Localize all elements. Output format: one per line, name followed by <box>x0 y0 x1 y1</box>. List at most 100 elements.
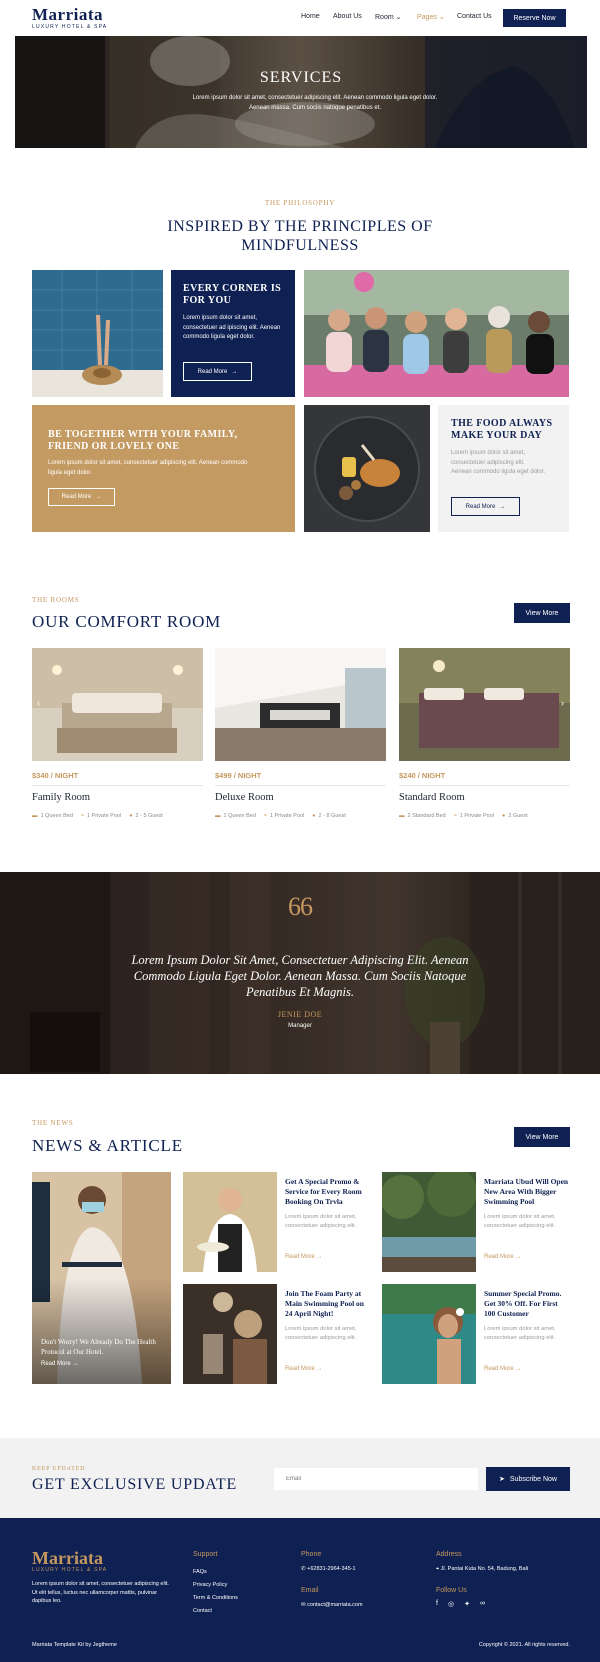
nav-about-us[interactable]: About Us <box>333 13 362 20</box>
read-more-link[interactable]: Read More → <box>285 1366 322 1372</box>
phone-heading: Phone <box>301 1551 322 1558</box>
room-price: $240 / NIGHT <box>399 771 446 780</box>
testimonial-quote: Lorem Ipsum Dolor Sit Amet, Consectetuer… <box>131 953 469 999</box>
arrow-right-icon: → <box>499 503 506 510</box>
news-view-more-button[interactable]: View More <box>514 1127 570 1147</box>
featured-news-card[interactable]: Don't Worry! We Already Do The Health Pr… <box>32 1172 171 1384</box>
room-price: $499 / NIGHT <box>215 771 262 780</box>
news-title[interactable]: Marriata Ubud Will Open New Area With Bi… <box>484 1177 569 1207</box>
food-card: THE FOOD ALWAYS MAKE YOUR DAY Lorem ipsu… <box>438 405 569 532</box>
arrow-right-icon: → <box>95 494 102 500</box>
room-price: $340 / NIGHT <box>32 771 79 780</box>
news-photo-jungle-pool <box>382 1172 476 1272</box>
news-title[interactable]: Join The Foam Party at Main Swimming Poo… <box>285 1289 370 1319</box>
footer-logo[interactable]: Marriata LUXURY HOTEL & SPA <box>32 1549 107 1573</box>
hero-subtitle: Lorem ipsum dolor sit amet, consectetuer… <box>192 95 438 111</box>
pool-photo <box>32 270 163 397</box>
nav-contact-us[interactable]: Contact Us <box>457 13 492 20</box>
logo[interactable]: Marriata LUXURY HOTEL & SPA <box>32 6 107 30</box>
arrow-right-icon: → <box>231 368 238 375</box>
family-card: BE TOGETHER WITH YOUR FAMILY, FRIEND OR … <box>32 405 295 532</box>
room-feature-bed: ▬ 2 Standard Bed <box>399 813 446 819</box>
nav-pages[interactable]: Pages ⌄ <box>417 13 445 21</box>
divider <box>215 785 386 786</box>
room-feature-bed: ▬ 1 Queen Bed <box>32 813 73 819</box>
read-more-label: Read More <box>285 1254 315 1260</box>
friends-photo <box>304 270 569 397</box>
footer-link-faqs[interactable]: FAQs <box>193 1566 207 1579</box>
guest-icon: ● <box>129 813 133 819</box>
testimonial-section: 66 Lorem Ipsum Dolor Sit Amet, Consectet… <box>0 872 600 1074</box>
arrow-right-icon: → <box>515 1366 522 1372</box>
reserve-now-button[interactable]: Reserve Now <box>503 9 566 27</box>
arrow-right-icon: → <box>515 1254 522 1260</box>
room-feature-guest: ● 2 - 5 Guest <box>129 813 163 819</box>
instagram-icon[interactable]: ◎ <box>448 1600 454 1608</box>
news-excerpt: Lorem ipsum dolor sit amet, consectetuer… <box>285 1326 357 1341</box>
divider <box>399 785 570 786</box>
card-text: Lorem ipsum dolor sit amet, consectetuer… <box>48 460 248 476</box>
footer-credit: Marriata Template Kit by Jegtheme <box>32 1642 117 1648</box>
address-heading: Address <box>436 1551 462 1558</box>
room-name[interactable]: Deluxe Room <box>215 792 274 803</box>
read-more-link[interactable]: Read More → <box>484 1366 521 1372</box>
subscribe-label: Subscribe Now <box>509 1475 557 1483</box>
twitter-icon[interactable]: ✦ <box>464 1600 470 1608</box>
tripadvisor-icon[interactable]: ∞ <box>480 1600 485 1608</box>
news-photo-summer <box>382 1284 476 1384</box>
send-icon: ➤ <box>499 1476 505 1483</box>
read-more-label: Read More <box>484 1254 514 1260</box>
email-field[interactable] <box>274 1468 478 1490</box>
subscribe-button[interactable]: ➤ Subscribe Now <box>486 1467 570 1491</box>
facebook-icon[interactable]: f <box>436 1600 438 1608</box>
read-more-link[interactable]: Read More → <box>285 1254 322 1260</box>
chevron-down-icon: ⌄ <box>438 14 445 21</box>
nav-room[interactable]: Room ⌄ <box>375 13 402 21</box>
family-room-photo: ‹ <box>32 648 203 761</box>
bed-icon: ▬ <box>215 813 221 819</box>
footer-about: Lorem ipsum dolor sit amet, consectetuer… <box>32 1581 169 1604</box>
rooms-title: OUR COMFORT ROOM <box>32 612 222 631</box>
nav-room-label: Room <box>375 14 394 21</box>
footer-link-terms[interactable]: Term & Conditions <box>193 1592 238 1605</box>
footer-link-contact[interactable]: Contact <box>193 1605 212 1618</box>
read-more-button[interactable]: Read More → <box>451 497 520 516</box>
footer-email[interactable]: ✉ contact@marriata.com <box>301 1599 363 1612</box>
subscribe-kicker: KEEP UPDATED <box>32 1466 86 1472</box>
every-corner-card: EVERY CORNER IS FOR YOU Lorem ipsum dolo… <box>171 270 295 397</box>
philosophy-title: INSPIRED BY THE PRINCIPLES OF MINDFULNES… <box>167 218 433 254</box>
read-more-button[interactable]: Read More → <box>48 488 115 506</box>
carousel-next-icon[interactable]: › <box>561 698 564 708</box>
read-more-button[interactable]: Read More → <box>183 362 252 381</box>
hero-overlay <box>15 36 587 148</box>
footer-phone[interactable]: ✆ +62831-2964-345-1 <box>301 1563 356 1576</box>
room-feature-pool: ≈1 Private Pool <box>80 813 122 819</box>
arrow-right-icon: → <box>316 1254 323 1260</box>
room-name[interactable]: Standard Room <box>399 792 465 803</box>
room-feature-bed: ▬ 1 Queen Bed <box>215 813 256 819</box>
featured-news-read-more[interactable]: Read More → <box>41 1361 78 1367</box>
read-more-link[interactable]: Read More → <box>484 1254 521 1260</box>
read-more-label: Read More <box>41 1361 71 1367</box>
room-name[interactable]: Family Room <box>32 792 90 803</box>
logo-tagline: LUXURY HOTEL & SPA <box>32 24 108 30</box>
read-more-label: Read More <box>197 368 228 375</box>
philosophy-kicker: THE PHILOSOPHY <box>264 199 336 207</box>
news-title[interactable]: Get A Special Promo & Service for Every … <box>285 1177 370 1207</box>
rooms-kicker: THE ROOMS <box>32 596 80 604</box>
subscribe-title: GET EXCLUSIVE UPDATE <box>32 1476 238 1493</box>
guest-icon: ● <box>312 813 316 819</box>
read-more-label: Read More <box>285 1366 315 1372</box>
news-title: NEWS & ARTICLE <box>32 1136 183 1155</box>
nav-home[interactable]: Home <box>301 13 320 20</box>
read-more-label: Read More <box>61 494 92 500</box>
rooms-view-more-button[interactable]: View More <box>514 603 570 623</box>
card-title: EVERY CORNER IS FOR YOU <box>183 283 282 306</box>
room-features: ▬ 1 Queen Bed ≈1 Private Pool ● 2 - 8 Gues… <box>215 813 346 819</box>
site-header: Marriata LUXURY HOTEL & SPA Home About U… <box>0 0 600 36</box>
carousel-prev-icon[interactable]: ‹ <box>37 698 40 708</box>
footer-link-privacy[interactable]: Privacy Policy <box>193 1579 227 1592</box>
news-title[interactable]: Summer Special Promo. Get 30% Off. For F… <box>484 1289 569 1319</box>
card-title: THE FOOD ALWAYS MAKE YOUR DAY <box>451 418 553 441</box>
card-text: Lorem ipsum dolor sit amet, consectetuer… <box>451 450 546 475</box>
